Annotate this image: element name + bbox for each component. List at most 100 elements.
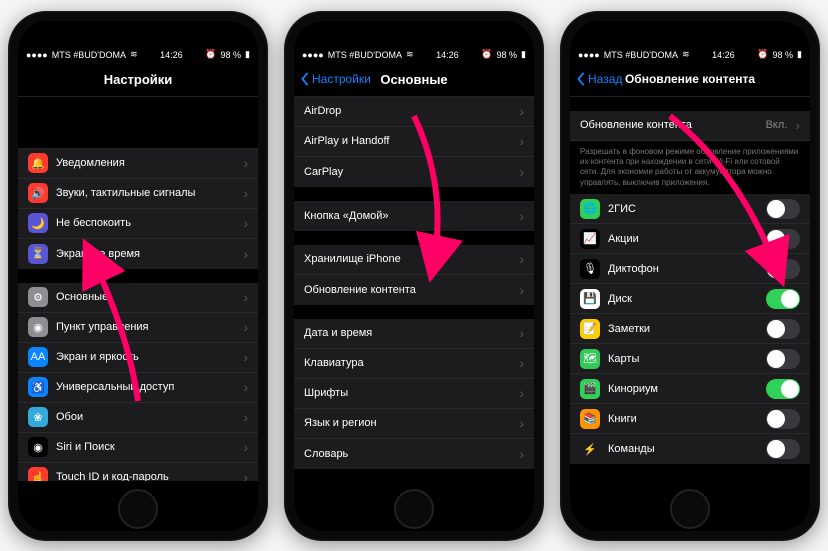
row-label: Хранилище iPhone xyxy=(304,253,515,265)
list-row[interactable]: 💾Диск xyxy=(570,284,810,314)
back-button[interactable]: Настройки xyxy=(300,72,371,86)
row-label: Обновление контента xyxy=(304,284,515,296)
list-row[interactable]: ♿Универсальный доступ› xyxy=(18,373,258,403)
list-row[interactable]: Дата и время› xyxy=(294,319,534,349)
row-label: Звуки, тактильные сигналы xyxy=(56,187,239,199)
list-row[interactable]: ❀Обои› xyxy=(18,403,258,433)
home-button[interactable] xyxy=(394,489,434,529)
app-icon: ◉ xyxy=(28,437,48,457)
row-label: Книги xyxy=(608,413,766,425)
list-row[interactable]: 🔊Звуки, тактильные сигналы› xyxy=(18,179,258,209)
row-label: Клавиатура xyxy=(304,357,515,369)
list-row[interactable]: ☝Touch ID и код-пароль› xyxy=(18,463,258,481)
battery-text: 98 % xyxy=(773,50,794,60)
home-button[interactable] xyxy=(670,489,710,529)
row-label: AirDrop xyxy=(304,105,515,117)
signal-icon: ●●●● xyxy=(302,50,324,60)
list-row[interactable]: 📈Акции xyxy=(570,224,810,254)
list-row[interactable]: AAЭкран и яркость› xyxy=(18,343,258,373)
row-label: Siri и Поиск xyxy=(56,441,239,453)
row-label: Шрифты xyxy=(304,387,515,399)
chevron-right-icon: › xyxy=(243,349,248,365)
app-icon: ◉ xyxy=(28,317,48,337)
toggle-switch[interactable] xyxy=(766,259,800,279)
list-row[interactable]: CarPlay› xyxy=(294,157,534,187)
list-row[interactable]: Хранилище iPhone› xyxy=(294,245,534,275)
battery-text: 98 % xyxy=(497,50,518,60)
list-row[interactable]: ⚙Основные› xyxy=(18,283,258,313)
profile-search-area[interactable] xyxy=(18,97,258,149)
phone-1: ●●●● MTS #BUD'DOMA ≋ 14:26 ⏰ 98 % ▮ Наст… xyxy=(8,11,268,541)
app-icon: 🎙 xyxy=(580,259,600,279)
toggle-switch[interactable] xyxy=(766,439,800,459)
footer-note: Разрешать в фоновом режиме обновление пр… xyxy=(570,141,810,195)
toggle-switch[interactable] xyxy=(766,409,800,429)
toggle-switch[interactable] xyxy=(766,349,800,369)
list-row[interactable]: Кнопка «Домой»› xyxy=(294,201,534,231)
list-row[interactable]: 🌐2ГИС xyxy=(570,194,810,224)
list-row[interactable]: 🔔Уведомления› xyxy=(18,149,258,179)
list-row[interactable]: 🗺Карты xyxy=(570,344,810,374)
list-row[interactable]: 📝Заметки xyxy=(570,314,810,344)
list-row[interactable]: Язык и регион› xyxy=(294,409,534,439)
battery-text: 98 % xyxy=(221,50,242,60)
row-label: Уведомления xyxy=(56,157,239,169)
app-icon: ☝ xyxy=(28,467,48,481)
list-row[interactable]: Обновление контента › xyxy=(294,275,534,305)
list-row[interactable]: Словарь › xyxy=(294,439,534,469)
status-bar: ●●●● MTS #BUD'DOMA ≋ 14:26 ⏰ 98 % ▮ xyxy=(294,47,534,63)
chevron-right-icon: › xyxy=(519,208,524,224)
status-bar: ●●●● MTS #BUD'DOMA ≋ 14:26 ⏰ 98 % ▮ xyxy=(18,47,258,63)
list-row[interactable]: 📚Книги xyxy=(570,404,810,434)
list-row[interactable]: 🎙Диктофон xyxy=(570,254,810,284)
nav-header: Назад Обновление контента xyxy=(570,63,810,97)
toggle-switch[interactable] xyxy=(766,199,800,219)
clock-text: 14:26 xyxy=(712,50,735,60)
row-label: Диск xyxy=(608,293,766,305)
toggle-switch[interactable] xyxy=(766,379,800,399)
status-bar: ●●●● MTS #BUD'DOMA ≋ 14:26 ⏰ 98 % ▮ xyxy=(570,47,810,63)
row-label: Не беспокоить xyxy=(56,217,239,229)
bgrefresh-list[interactable]: Обновление контента Вкл. › Разрешать в ф… xyxy=(570,97,810,481)
list-row[interactable]: ◉Пункт управления› xyxy=(18,313,258,343)
list-row[interactable]: ⚡Команды xyxy=(570,434,810,464)
list-row[interactable]: Клавиатура› xyxy=(294,349,534,379)
row-label: AirPlay и Handoff xyxy=(304,135,515,147)
list-row[interactable]: ⏳Экранное время› xyxy=(18,239,258,269)
app-icon: 🎬 xyxy=(580,379,600,399)
app-icon: ⚡ xyxy=(580,439,600,459)
list-row[interactable]: ◉Siri и Поиск› xyxy=(18,433,258,463)
carrier-text: MTS #BUD'DOMA xyxy=(52,50,126,60)
row-label: Дата и время xyxy=(304,327,515,339)
nav-header: Настройки Основные xyxy=(294,63,534,97)
back-label: Назад xyxy=(588,72,622,86)
clock-text: 14:26 xyxy=(436,50,459,60)
page-title: Настройки xyxy=(104,72,173,87)
toggle-switch[interactable] xyxy=(766,289,800,309)
chevron-right-icon: › xyxy=(243,246,248,262)
back-button[interactable]: Назад xyxy=(576,72,622,86)
nav-header: Настройки xyxy=(18,63,258,97)
list-row[interactable]: AirDrop› xyxy=(294,97,534,127)
list-row[interactable]: AirPlay и Handoff› xyxy=(294,127,534,157)
app-icon: ❀ xyxy=(28,407,48,427)
list-row[interactable]: 🌙Не беспокоить› xyxy=(18,209,258,239)
toggle-switch[interactable] xyxy=(766,229,800,249)
settings-list[interactable]: 🔔Уведомления›🔊Звуки, тактильные сигналы›… xyxy=(18,97,258,481)
chevron-right-icon: › xyxy=(795,117,800,133)
list-row[interactable]: Шрифты › xyxy=(294,379,534,409)
page-title: Обновление контента xyxy=(625,72,755,86)
chevron-right-icon: › xyxy=(243,185,248,201)
chevron-right-icon: › xyxy=(519,446,524,462)
general-list[interactable]: AirDrop›AirPlay и Handoff›CarPlay› Кнопк… xyxy=(294,97,534,481)
row-label: Словарь xyxy=(304,448,515,460)
chevron-right-icon: › xyxy=(243,379,248,395)
list-row[interactable]: 🎬Кинориум xyxy=(570,374,810,404)
toggle-switch[interactable] xyxy=(766,319,800,339)
row-bgrefresh-master[interactable]: Обновление контента Вкл. › xyxy=(570,111,810,141)
chevron-right-icon: › xyxy=(519,385,524,401)
home-button[interactable] xyxy=(118,489,158,529)
chevron-right-icon: › xyxy=(519,282,524,298)
chevron-right-icon: › xyxy=(243,469,248,481)
screen-1: ●●●● MTS #BUD'DOMA ≋ 14:26 ⏰ 98 % ▮ Наст… xyxy=(18,21,258,531)
